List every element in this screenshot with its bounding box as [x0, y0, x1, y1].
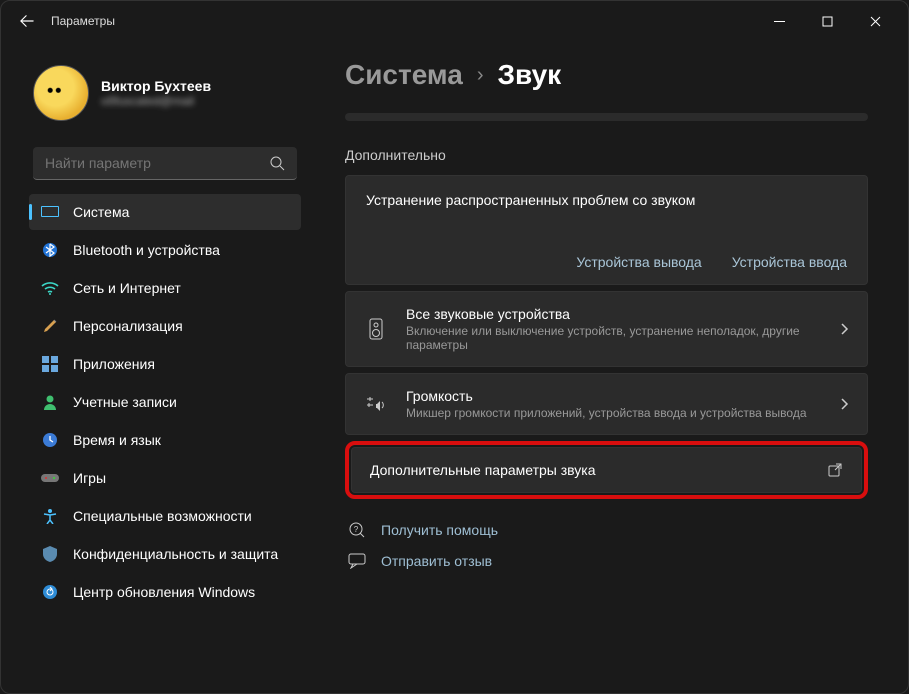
system-icon	[41, 203, 59, 221]
breadcrumb-current: Звук	[498, 59, 562, 91]
card-title: Громкость	[406, 388, 821, 404]
nav-accessibility[interactable]: Специальные возможности	[29, 498, 301, 534]
nav-label: Сеть и Интернет	[73, 280, 181, 296]
close-icon	[870, 16, 881, 27]
troubleshoot-card: Устранение распространенных проблем со з…	[345, 175, 868, 285]
highlight-frame: Дополнительные параметры звука	[345, 441, 868, 499]
minimize-icon	[774, 16, 785, 27]
footer-links: ? Получить помощь Отправить отзыв	[345, 521, 868, 569]
nav-label: Время и язык	[73, 432, 161, 448]
arrow-left-icon	[20, 14, 34, 28]
bluetooth-icon	[41, 241, 59, 259]
help-icon: ?	[345, 521, 369, 539]
nav-label: Центр обновления Windows	[73, 584, 255, 600]
wifi-icon	[41, 279, 59, 297]
nav-list: Система Bluetooth и устройства Сеть и Ин…	[29, 194, 301, 610]
svg-text:?: ?	[354, 525, 359, 534]
search-icon	[269, 155, 285, 171]
nav-system[interactable]: Система	[29, 194, 301, 230]
card-title: Все звуковые устройства	[406, 306, 821, 322]
brush-icon	[41, 317, 59, 335]
output-devices-link[interactable]: Устройства вывода	[576, 254, 701, 270]
link-label: Отправить отзыв	[381, 553, 492, 569]
account-icon	[41, 393, 59, 411]
nav-label: Система	[73, 204, 129, 220]
separator-bar	[345, 113, 868, 121]
chevron-right-icon	[839, 397, 849, 411]
mixer-icon	[364, 395, 388, 413]
speaker-icon	[364, 318, 388, 340]
troubleshoot-title: Устранение распространенных проблем со з…	[366, 192, 847, 208]
nav-privacy[interactable]: Конфиденциальность и защита	[29, 536, 301, 572]
nav-windows-update[interactable]: Центр обновления Windows	[29, 574, 301, 610]
card-subtitle: Включение или выключение устройств, устр…	[406, 324, 821, 352]
breadcrumb-parent[interactable]: Система	[345, 59, 463, 91]
send-feedback-link[interactable]: Отправить отзыв	[345, 553, 868, 569]
accessibility-icon	[41, 507, 59, 525]
maximize-button[interactable]	[804, 5, 850, 37]
search-box[interactable]	[33, 147, 297, 180]
search-input[interactable]	[45, 155, 269, 171]
minimize-button[interactable]	[756, 5, 802, 37]
nav-bluetooth[interactable]: Bluetooth и устройства	[29, 232, 301, 268]
close-button[interactable]	[852, 5, 898, 37]
nav-label: Приложения	[73, 356, 155, 372]
card-title: Дополнительные параметры звука	[370, 462, 809, 478]
breadcrumb: Система › Звук	[345, 59, 868, 91]
games-icon	[41, 469, 59, 487]
main-content: Система › Звук Дополнительно Устранение …	[311, 41, 908, 693]
nav-label: Bluetooth и устройства	[73, 242, 220, 258]
get-help-link[interactable]: ? Получить помощь	[345, 521, 868, 539]
all-sound-devices-card[interactable]: Все звуковые устройства Включение или вы…	[345, 291, 868, 367]
nav-time-language[interactable]: Время и язык	[29, 422, 301, 458]
section-header-more: Дополнительно	[345, 147, 868, 163]
apps-icon	[41, 355, 59, 373]
link-label: Получить помощь	[381, 522, 498, 538]
open-external-icon	[827, 462, 843, 478]
nav-label: Персонализация	[73, 318, 183, 334]
update-icon	[41, 583, 59, 601]
chevron-right-icon	[839, 322, 849, 336]
nav-accounts[interactable]: Учетные записи	[29, 384, 301, 420]
nav-label: Конфиденциальность и защита	[73, 546, 278, 562]
back-button[interactable]	[11, 5, 43, 37]
nav-personalization[interactable]: Персонализация	[29, 308, 301, 344]
card-subtitle: Микшер громкости приложений, устройства …	[406, 406, 821, 420]
sidebar: Виктор Бухтеев обfuscated@mail Система B…	[1, 41, 311, 693]
nav-network[interactable]: Сеть и Интернет	[29, 270, 301, 306]
nav-gaming[interactable]: Игры	[29, 460, 301, 496]
chevron-right-icon: ›	[477, 64, 484, 87]
more-sound-settings-card[interactable]: Дополнительные параметры звука	[351, 447, 862, 493]
window-controls	[756, 5, 898, 37]
titlebar: Параметры	[1, 1, 908, 41]
time-icon	[41, 431, 59, 449]
feedback-icon	[345, 553, 369, 569]
nav-label: Учетные записи	[73, 394, 177, 410]
privacy-icon	[41, 545, 59, 563]
nav-apps[interactable]: Приложения	[29, 346, 301, 382]
nav-label: Игры	[73, 470, 106, 486]
volume-mixer-card[interactable]: Громкость Микшер громкости приложений, у…	[345, 373, 868, 435]
window-title: Параметры	[51, 14, 115, 28]
avatar	[33, 65, 89, 121]
input-devices-link[interactable]: Устройства ввода	[732, 254, 847, 270]
nav-label: Специальные возможности	[73, 508, 252, 524]
profile-block[interactable]: Виктор Бухтеев обfuscated@mail	[29, 51, 301, 141]
profile-email: обfuscated@mail	[101, 94, 211, 108]
profile-name: Виктор Бухтеев	[101, 78, 211, 94]
maximize-icon	[822, 16, 833, 27]
